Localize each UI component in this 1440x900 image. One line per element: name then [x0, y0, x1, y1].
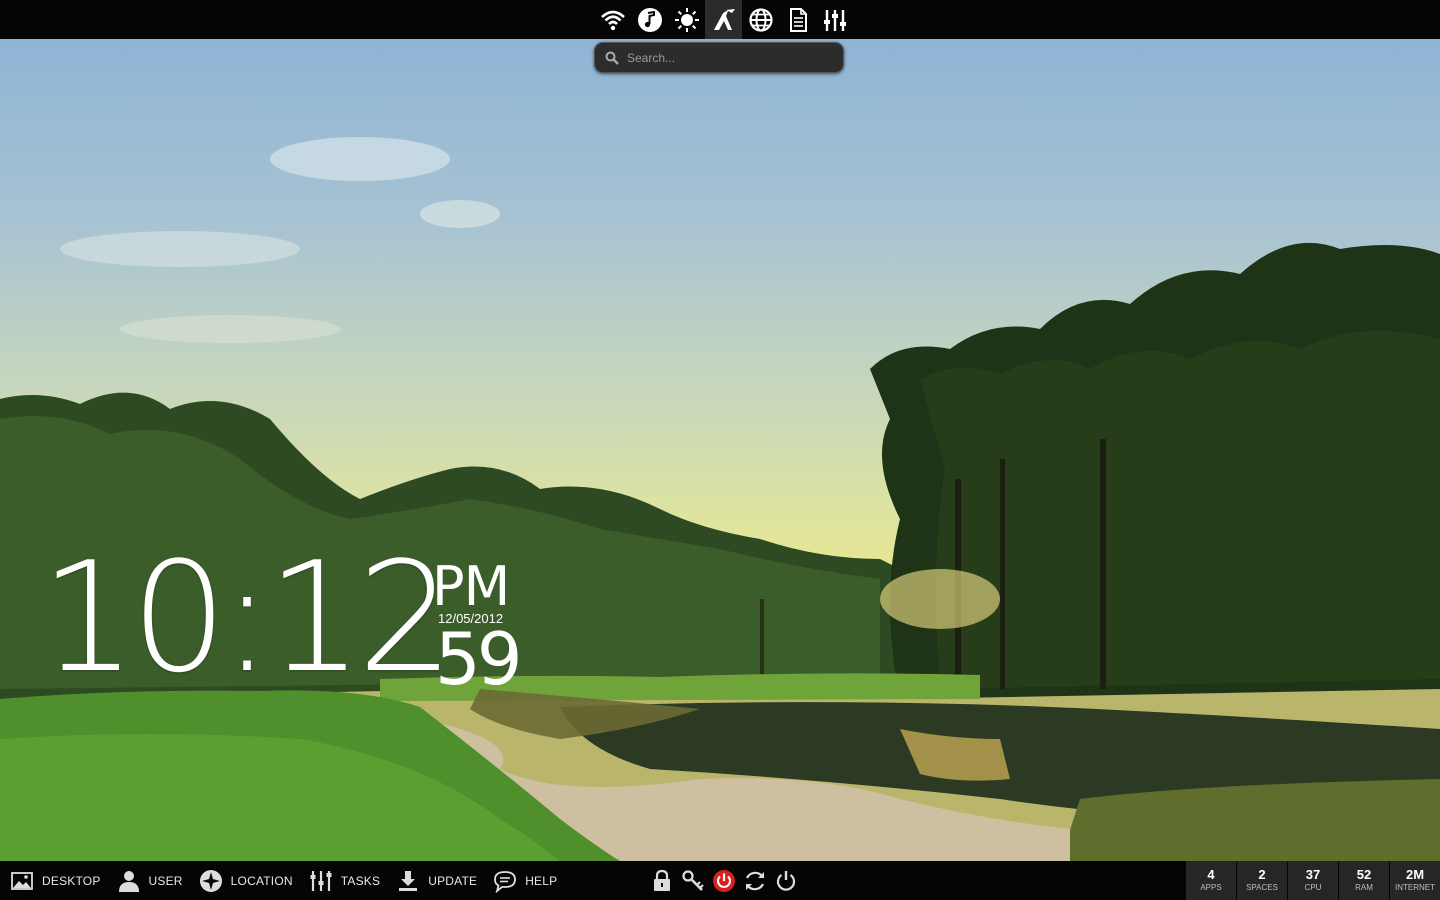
launcher-button[interactable] [705, 0, 742, 39]
tasks-label: TASKS [340, 873, 381, 888]
lock-icon [653, 869, 670, 891]
stat-spaces-value: 2 [1258, 867, 1266, 882]
stat-spaces-label: SPACES [1246, 883, 1278, 892]
power-button[interactable] [770, 861, 801, 900]
compass-icon [199, 869, 222, 892]
power-controls [646, 861, 801, 900]
stat-ram[interactable]: 52 RAM [1339, 861, 1389, 900]
stat-ram-value: 52 [1356, 867, 1372, 882]
search-input[interactable] [627, 50, 843, 65]
download-icon [399, 870, 418, 891]
restart-icon [745, 871, 764, 890]
top-icon-tray [594, 0, 853, 39]
clock-time: 10:12 [40, 529, 454, 706]
wallpaper-scene [0, 137, 1440, 861]
launcher-logo-icon [713, 8, 735, 30]
lock-button[interactable] [646, 861, 677, 900]
music-button[interactable] [631, 0, 668, 39]
restart-button[interactable] [739, 861, 770, 900]
chat-icon [494, 870, 517, 893]
stat-spaces[interactable]: 2 SPACES [1237, 861, 1287, 900]
desktop-button[interactable]: DESKTOP [10, 861, 101, 900]
user-icon [118, 870, 139, 892]
shutdown-icon [712, 869, 735, 892]
music-icon [637, 7, 662, 32]
document-button[interactable] [779, 0, 816, 39]
landscape-icon [11, 871, 33, 890]
update-label: UPDATE [428, 873, 478, 888]
stat-cpu-value: 37 [1305, 867, 1321, 882]
location-label: LOCATION [230, 873, 293, 888]
brightness-button[interactable] [668, 0, 705, 39]
stat-internet-label: INTERNET [1395, 883, 1435, 892]
stat-ram-label: RAM [1355, 883, 1373, 892]
stat-internet[interactable]: 2M INTERNET [1390, 861, 1440, 900]
user-button[interactable]: USER [117, 861, 183, 900]
location-button[interactable]: LOCATION [199, 861, 293, 900]
equalizer-button[interactable] [816, 0, 853, 39]
globe-icon [748, 7, 773, 32]
stat-apps[interactable]: 4 APPS [1186, 861, 1236, 900]
stat-apps-label: APPS [1200, 883, 1222, 892]
user-label: USER [148, 873, 183, 888]
wifi-icon [600, 10, 625, 30]
stat-cpu[interactable]: 37 CPU [1288, 861, 1338, 900]
key-button[interactable] [677, 861, 708, 900]
sliders-icon [310, 870, 332, 891]
wifi-button[interactable] [594, 0, 631, 39]
power-icon [776, 870, 795, 891]
key-icon [681, 869, 704, 891]
shutdown-button[interactable] [708, 861, 739, 900]
tasks-button[interactable]: TASKS [309, 861, 380, 900]
brightness-icon [674, 7, 699, 32]
search-icon [605, 51, 619, 65]
stat-cpu-label: CPU [1304, 883, 1322, 892]
stat-apps-value: 4 [1207, 867, 1215, 882]
update-button[interactable]: UPDATE [396, 861, 477, 900]
desktop-wallpaper [0, 39, 1440, 861]
clock-ampm: PM [432, 555, 510, 618]
stat-internet-value: 2M [1405, 867, 1425, 882]
equalizer-icon [823, 9, 846, 31]
help-button[interactable]: HELP [493, 861, 557, 900]
top-bar [0, 0, 1440, 39]
desktop-label: DESKTOP [42, 873, 101, 888]
document-icon [789, 7, 807, 32]
clock-seconds: 59 [435, 617, 523, 701]
bottom-bar: DESKTOP USER LOCATION TASKS UPDATE HELP … [0, 861, 1440, 900]
globe-button[interactable] [742, 0, 779, 39]
system-stats: 4 APPS 2 SPACES 37 CPU 52 RAM 2M INTERNE… [1185, 861, 1440, 900]
help-label: HELP [525, 873, 558, 888]
search-box [594, 42, 844, 73]
bottom-menu: DESKTOP USER LOCATION TASKS UPDATE HELP [10, 861, 573, 900]
